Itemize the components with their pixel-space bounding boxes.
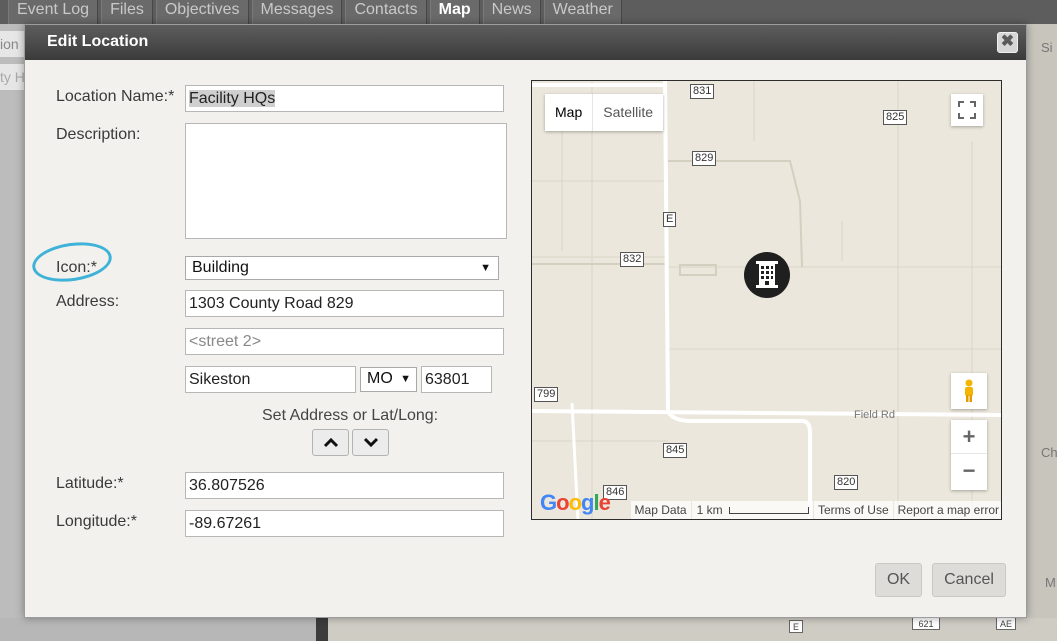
icon-select-value: Building (192, 259, 249, 276)
background-left-fragment: ion (0, 31, 26, 57)
set-address-up-button[interactable] (312, 429, 349, 456)
building-icon (756, 261, 778, 288)
tab-files[interactable]: Files (101, 0, 153, 24)
road-shield-829: 829 (692, 151, 717, 166)
background-map-bottom (316, 618, 1057, 641)
background-panel-bottom (0, 618, 316, 641)
terms-of-use-link[interactable]: Terms of Use (813, 501, 893, 519)
address-line-1-input[interactable]: 1303 County Road 829 (185, 290, 504, 317)
fullscreen-icon (958, 101, 976, 119)
background-tab-bar: Event Log Files Objectives Messages Cont… (0, 0, 1057, 24)
city-input[interactable]: Sikeston (185, 366, 356, 393)
zoom-in-button[interactable]: + (951, 420, 987, 454)
road-shield-845: 845 (663, 443, 688, 458)
tab-event-log[interactable]: Event Log (8, 0, 99, 24)
longitude-input[interactable]: -89.67261 (185, 510, 504, 537)
building-marker[interactable] (744, 252, 790, 298)
background-road-shield: AE (996, 617, 1016, 630)
chevron-up-icon (323, 437, 338, 448)
location-map[interactable]: Map Satellite 831 825 829 E 832 799 845 … (531, 80, 1002, 520)
map-scale-label: 1 km (696, 503, 723, 517)
background-road-shield: 621 (912, 617, 940, 630)
tab-news[interactable]: News (482, 0, 541, 24)
dialog-title: Edit Location (47, 33, 149, 50)
ok-button[interactable]: OK (875, 563, 922, 597)
report-map-error-link[interactable]: Report a map error (893, 501, 1001, 519)
state-select[interactable]: MO ▼ (360, 367, 417, 392)
location-name-input[interactable]: Facility HQs (185, 85, 504, 112)
description-label: Description: (56, 126, 141, 143)
close-button[interactable]: ✖ (997, 32, 1018, 53)
road-shield-825: 825 (883, 110, 908, 125)
background-left-panel: ion ty H (0, 24, 26, 641)
road-shield-799: 799 (534, 387, 559, 402)
latitude-label: Latitude:* (56, 475, 124, 492)
state-select-value: MO (367, 370, 393, 387)
zip-input[interactable]: 63801 (421, 366, 492, 393)
longitude-label: Longitude:* (56, 513, 137, 530)
background-map-label: Ch (1041, 445, 1057, 460)
background-map-label: Si (1041, 40, 1053, 55)
tab-contacts[interactable]: Contacts (345, 0, 427, 24)
zoom-control: + − (951, 420, 987, 490)
chevron-down-icon (363, 437, 378, 448)
dropdown-arrow-icon: ▼ (400, 373, 411, 385)
map-type-map-button[interactable]: Map (545, 94, 592, 131)
background-road-shield: E (789, 620, 803, 633)
location-name-label: Location Name:* (56, 88, 175, 105)
road-shield-820: 820 (834, 475, 859, 490)
tab-objectives[interactable]: Objectives (155, 0, 249, 24)
fullscreen-button[interactable] (951, 94, 983, 126)
tab-map[interactable]: Map (429, 0, 480, 24)
zoom-out-button[interactable]: − (951, 454, 987, 489)
latitude-input[interactable]: 36.807526 (185, 472, 504, 499)
background-map-edge: Si Ch M (1027, 24, 1057, 641)
tab-weather[interactable]: Weather (543, 0, 622, 24)
address-label: Address: (56, 293, 120, 310)
map-type-control: Map Satellite (545, 94, 664, 131)
map-roads (532, 81, 1001, 519)
icon-select[interactable]: Building ▼ (185, 256, 499, 280)
map-data-link[interactable]: Map Data (630, 501, 691, 519)
close-icon: ✖ (1000, 33, 1015, 50)
map-scale[interactable]: 1 km (691, 501, 813, 519)
background-map-label: M (1045, 575, 1056, 590)
description-textarea[interactable] (185, 123, 507, 239)
set-address-down-button[interactable] (352, 429, 389, 456)
road-shield-e: E (663, 212, 677, 227)
street-view-pegman[interactable] (951, 373, 987, 409)
road-shield-832: 832 (620, 252, 645, 267)
map-type-satellite-button[interactable]: Satellite (592, 94, 663, 131)
dropdown-arrow-icon: ▼ (480, 262, 491, 274)
road-shield-831: 831 (690, 84, 715, 99)
map-footer: Map Data 1 km Terms of Use Report a map … (532, 501, 1001, 519)
background-divider (316, 618, 328, 641)
pegman-icon (965, 379, 973, 402)
tab-messages[interactable]: Messages (251, 0, 343, 24)
location-name-value: Facility HQs (189, 90, 276, 107)
icon-label: Icon:* (56, 259, 97, 276)
set-address-label: Set Address or Lat/Long: (262, 407, 439, 424)
dialog-titlebar[interactable]: Edit Location ✖ (25, 25, 1026, 60)
background-left-fragment: ty H (0, 64, 26, 90)
address-line-2-input[interactable]: <street 2> (185, 328, 504, 355)
map-scale-bar (728, 507, 809, 515)
road-label-field-rd: Field Rd (854, 409, 895, 421)
cancel-button[interactable]: Cancel (932, 563, 1006, 597)
